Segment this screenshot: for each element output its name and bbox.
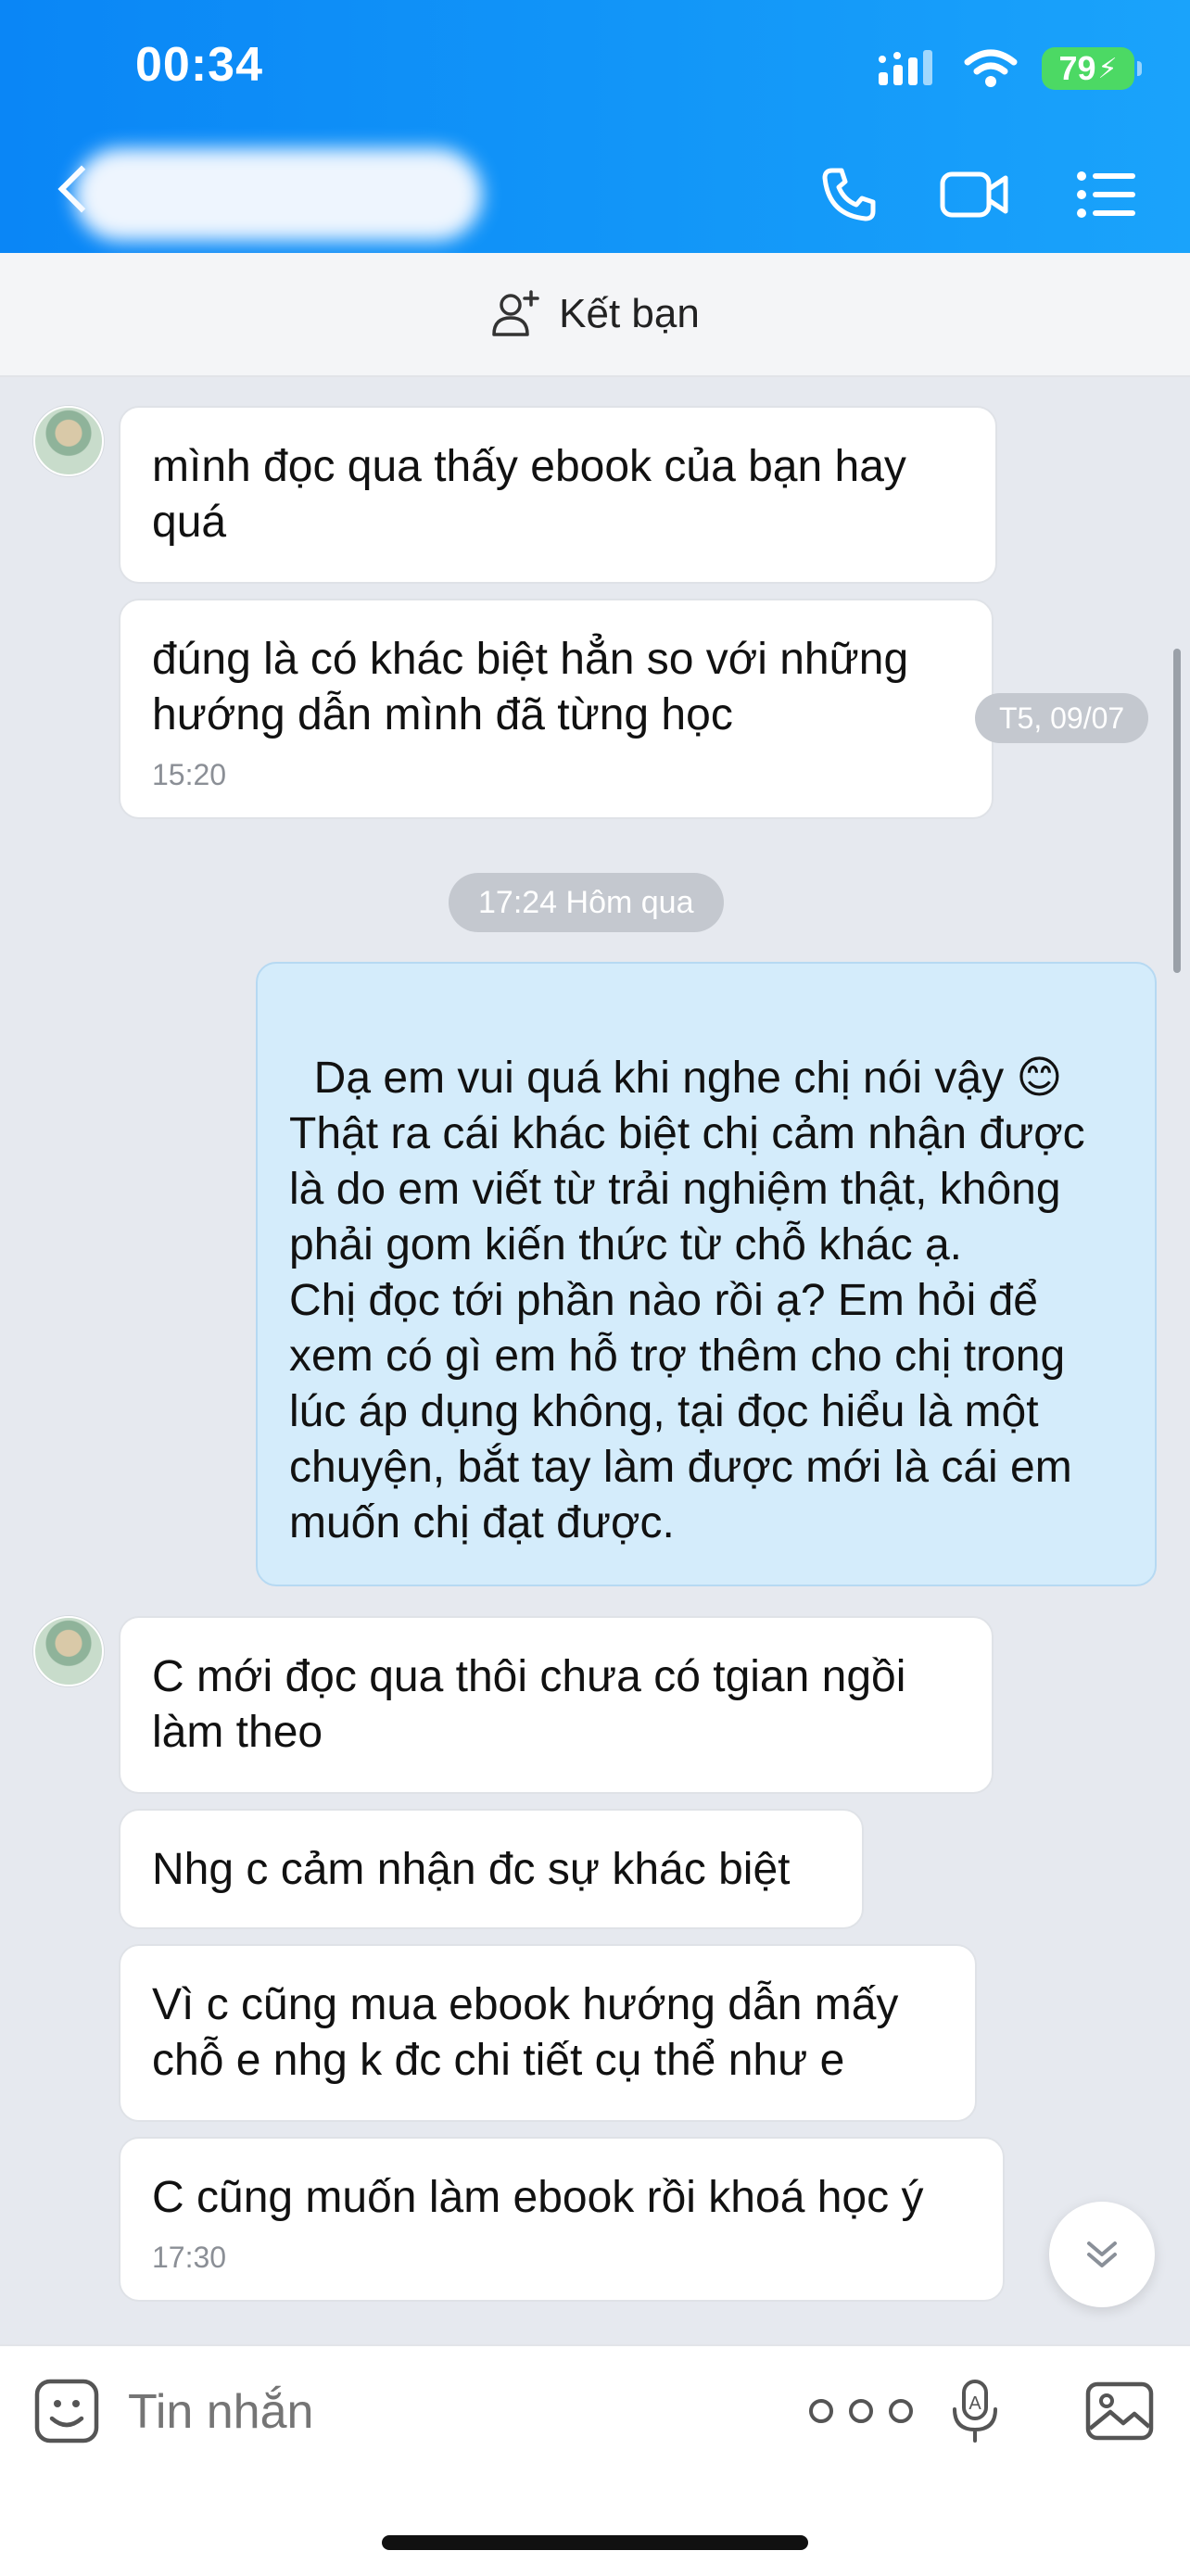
message-bubble[interactable]: Nhg c cảm nhận đc sự khác biệt: [119, 1809, 864, 1929]
more-options-button[interactable]: [801, 2372, 921, 2450]
avatar[interactable]: [33, 406, 104, 476]
back-button[interactable]: [37, 139, 482, 241]
video-call-button[interactable]: [938, 158, 1012, 232]
sticker-icon: [34, 2379, 99, 2443]
image-button[interactable]: [1081, 2372, 1158, 2450]
message-text: Vì c cũng mua ebook hướng dẫn mấy chỗ e …: [152, 1980, 899, 2085]
double-chevron-down-icon: [1087, 2241, 1117, 2267]
message-bubble[interactable]: C cũng muốn làm ebook rồi khoá học ý 17:…: [119, 2137, 1005, 2302]
call-button[interactable]: [812, 158, 886, 232]
message-text: đúng là có khác biệt hẳn so với những hư…: [152, 635, 909, 739]
status-time: 00:34: [135, 38, 263, 92]
message-bubble[interactable]: mình đọc qua thấy ebook của bạn hay quá: [119, 406, 997, 584]
date-pill: T5, 09/07: [975, 693, 1149, 743]
message-text: Dạ em vui quá khi nghe chị nói vậy 😊 Thậ…: [289, 1054, 1085, 1547]
message-bubble[interactable]: Vì c cũng mua ebook hướng dẫn mấy chỗ e …: [119, 1944, 977, 2122]
message-bubble[interactable]: C mới đọc qua thôi chưa có tgian ngồi là…: [119, 1616, 994, 1794]
message-input[interactable]: [126, 2372, 779, 2452]
avatar[interactable]: [33, 1616, 104, 1686]
message-time: 17:30: [152, 2241, 227, 2274]
add-friend-button[interactable]: Kết bạn: [0, 253, 1190, 377]
image-icon: [1085, 2381, 1154, 2441]
message-text: C cũng muốn làm ebook rồi khoá học ý: [152, 2173, 924, 2222]
microphone-icon: A: [953, 2380, 997, 2443]
add-friend-icon: [492, 290, 539, 336]
voice-to-text-button[interactable]: A: [936, 2372, 1014, 2450]
chat-header: 00:34 79 ⚡: [0, 0, 1190, 253]
time-divider: 17:24 Hôm qua: [449, 873, 724, 932]
add-friend-label: Kết bạn: [559, 291, 700, 336]
message-text: C mới đọc qua thôi chưa có tgian ngồi là…: [152, 1652, 906, 1757]
message-text: Nhg c cảm nhận đc sự khác biệt: [152, 1845, 791, 1894]
message-text: mình đọc qua thấy ebook của bạn hay quá: [152, 442, 906, 547]
menu-button[interactable]: [1070, 158, 1144, 232]
battery-level: 79: [1058, 49, 1096, 87]
status-icons: 79 ⚡: [879, 44, 1142, 93]
my-message-bubble[interactable]: Dạ em vui quá khi nghe chị nói vậy 😊 Thậ…: [256, 962, 1157, 1586]
scroll-to-bottom-button[interactable]: [1049, 2202, 1155, 2307]
video-icon: [940, 171, 1008, 218]
battery-indicator: 79 ⚡: [1042, 47, 1142, 90]
message-bubble[interactable]: đúng là có khác biệt hẳn so với những hư…: [119, 599, 994, 819]
wifi-icon: [964, 49, 1018, 87]
charging-bolt-icon: ⚡: [1097, 53, 1118, 84]
message-time: 15:20: [152, 758, 227, 791]
more-dots-icon: [809, 2399, 913, 2423]
svg-text:A: A: [968, 2393, 981, 2414]
scrollbar[interactable]: [1173, 649, 1181, 973]
contact-name-redacted: [74, 148, 482, 241]
home-indicator: [382, 2535, 808, 2550]
sticker-button[interactable]: [28, 2372, 106, 2450]
list-menu-icon: [1077, 171, 1135, 218]
signal-icon: [879, 50, 932, 85]
phone-icon: [822, 168, 876, 221]
